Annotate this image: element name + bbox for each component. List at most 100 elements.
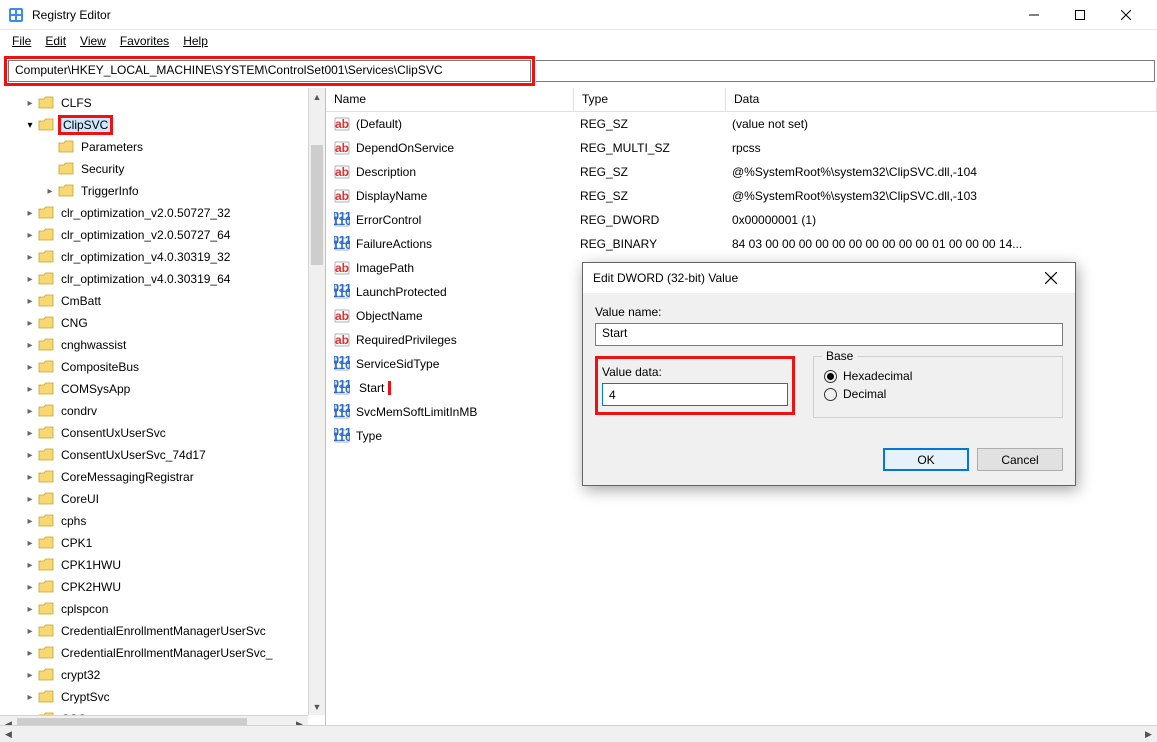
value-data-field[interactable] [602, 383, 788, 406]
value-type: REG_SZ [580, 165, 732, 179]
chevron-right-icon[interactable]: ▸ [24, 340, 36, 351]
tree-item[interactable]: ▸CredentialEnrollmentManagerUserSvc_ [0, 642, 325, 664]
base-group: Base Hexadecimal Decimal [813, 356, 1063, 418]
tree-item[interactable]: ▸ConsentUxUserSvc_74d17 [0, 444, 325, 466]
minimize-button[interactable] [1011, 0, 1057, 30]
svg-text:110: 110 [334, 238, 350, 252]
tree-item[interactable]: ▾ClipSVC [0, 114, 325, 136]
chevron-right-icon[interactable]: ▸ [24, 472, 36, 483]
tree-item[interactable]: ▸clr_optimization_v4.0.30319_64 [0, 268, 325, 290]
value-row[interactable]: 011110ErrorControlREG_DWORD0x00000001 (1… [326, 208, 1157, 232]
address-bar-remainder[interactable] [536, 60, 1155, 82]
column-name[interactable]: Name [326, 88, 574, 111]
close-button[interactable] [1103, 0, 1149, 30]
value-row[interactable]: abDependOnServiceREG_MULTI_SZrpcss [326, 136, 1157, 160]
tree-item[interactable]: ▸CryptSvc [0, 686, 325, 708]
chevron-right-icon[interactable]: ▸ [24, 296, 36, 307]
folder-icon [38, 690, 54, 704]
chevron-right-icon[interactable]: ▸ [24, 406, 36, 417]
tree-item[interactable]: ▸cnghwassist [0, 334, 325, 356]
tree-item[interactable]: ▸COMSysApp [0, 378, 325, 400]
registry-tree[interactable]: ▸CLFS▾ClipSVCParametersSecurity▸TriggerI… [0, 88, 325, 732]
chevron-right-icon[interactable]: ▸ [24, 692, 36, 703]
scroll-up-icon[interactable]: ▲ [309, 88, 325, 105]
chevron-right-icon[interactable]: ▸ [24, 318, 36, 329]
chevron-right-icon[interactable]: ▸ [24, 428, 36, 439]
menu-help[interactable]: Help [177, 32, 214, 50]
folder-icon [38, 624, 54, 638]
tree-item[interactable]: ▸clr_optimization_v4.0.30319_32 [0, 246, 325, 268]
tree-item[interactable]: ▸CPK1HWU [0, 554, 325, 576]
chevron-right-icon[interactable]: ▸ [24, 560, 36, 571]
tree-item[interactable]: ▸condrv [0, 400, 325, 422]
chevron-right-icon[interactable]: ▸ [24, 538, 36, 549]
tree-item[interactable]: ▸clr_optimization_v2.0.50727_32 [0, 202, 325, 224]
tree-item[interactable]: Parameters [0, 136, 325, 158]
tree-item[interactable]: ▸CLFS [0, 92, 325, 114]
tree-item[interactable]: ▸cplspcon [0, 598, 325, 620]
dialog-close-button[interactable] [1037, 264, 1065, 292]
close-icon [1045, 272, 1057, 284]
tree-item[interactable]: ▸CPK2HWU [0, 576, 325, 598]
tree-item[interactable]: ▸CompositeBus [0, 356, 325, 378]
folder-icon [38, 404, 54, 418]
tree-vertical-scrollbar[interactable]: ▲ ▼ [308, 88, 325, 715]
menu-favorites[interactable]: Favorites [114, 32, 175, 50]
chevron-right-icon[interactable]: ▸ [24, 670, 36, 681]
column-data[interactable]: Data [726, 88, 1157, 111]
string-value-icon: ab [334, 332, 350, 348]
chevron-right-icon[interactable]: ▸ [24, 648, 36, 659]
chevron-right-icon[interactable]: ▸ [44, 186, 56, 197]
tree-item[interactable]: ▸CoreMessagingRegistrar [0, 466, 325, 488]
tree-item[interactable]: Security [0, 158, 325, 180]
scroll-right-icon[interactable]: ▶ [1140, 726, 1157, 742]
menu-edit[interactable]: Edit [39, 32, 72, 50]
chevron-right-icon[interactable]: ▸ [24, 274, 36, 285]
scroll-left-icon[interactable]: ◀ [0, 726, 17, 742]
chevron-right-icon[interactable]: ▸ [24, 516, 36, 527]
radio-hexadecimal[interactable]: Hexadecimal [824, 369, 1052, 383]
chevron-right-icon[interactable]: ▸ [24, 626, 36, 637]
chevron-right-icon[interactable]: ▸ [24, 582, 36, 593]
chevron-right-icon[interactable]: ▸ [24, 384, 36, 395]
tree-item[interactable]: ▸CNG [0, 312, 325, 334]
dialog-title-bar[interactable]: Edit DWORD (32-bit) Value [583, 263, 1075, 293]
tree-item[interactable]: ▸cphs [0, 510, 325, 532]
tree-item[interactable]: ▸TriggerInfo [0, 180, 325, 202]
chevron-right-icon[interactable]: ▸ [24, 450, 36, 461]
menu-view[interactable]: View [74, 32, 112, 50]
tree-item-label: crypt32 [58, 667, 103, 683]
tree-item[interactable]: ▸ crypt32 [0, 664, 325, 686]
bottom-horizontal-scrollbar[interactable]: ◀ ▶ [0, 725, 1157, 742]
chevron-right-icon[interactable]: ▸ [24, 252, 36, 263]
cancel-button[interactable]: Cancel [977, 448, 1063, 471]
tree-item[interactable]: ▸clr_optimization_v2.0.50727_64 [0, 224, 325, 246]
chevron-right-icon[interactable]: ▸ [24, 494, 36, 505]
chevron-right-icon[interactable]: ▸ [24, 230, 36, 241]
tree-item[interactable]: ▸CredentialEnrollmentManagerUserSvc [0, 620, 325, 642]
chevron-right-icon[interactable]: ▸ [24, 362, 36, 373]
value-row[interactable]: 011110FailureActionsREG_BINARY84 03 00 0… [326, 232, 1157, 256]
value-row[interactable]: abDisplayNameREG_SZ@%SystemRoot%\system3… [326, 184, 1157, 208]
tree-item[interactable]: ▸ConsentUxUserSvc [0, 422, 325, 444]
chevron-right-icon[interactable]: ▸ [24, 604, 36, 615]
radio-decimal[interactable]: Decimal [824, 387, 1052, 401]
chevron-right-icon[interactable]: ▸ [24, 98, 36, 109]
chevron-down-icon[interactable]: ▾ [24, 120, 36, 131]
value-row[interactable]: abDescriptionREG_SZ@%SystemRoot%\system3… [326, 160, 1157, 184]
tree-item[interactable]: ▸CmBatt [0, 290, 325, 312]
menu-file[interactable]: File [6, 32, 37, 50]
radio-icon [824, 370, 837, 383]
tree-item[interactable]: ▸CoreUI [0, 488, 325, 510]
value-type: REG_BINARY [580, 237, 732, 251]
column-type[interactable]: Type [574, 88, 726, 111]
maximize-button[interactable] [1057, 0, 1103, 30]
scroll-thumb[interactable] [311, 145, 323, 265]
tree-item[interactable]: ▸CPK1 [0, 532, 325, 554]
value-name-field[interactable]: Start [595, 323, 1063, 346]
chevron-right-icon[interactable]: ▸ [24, 208, 36, 219]
value-row[interactable]: ab(Default)REG_SZ(value not set) [326, 112, 1157, 136]
ok-button[interactable]: OK [883, 448, 969, 471]
scroll-down-icon[interactable]: ▼ [309, 698, 325, 715]
address-bar[interactable]: Computer\HKEY_LOCAL_MACHINE\SYSTEM\Contr… [8, 60, 531, 82]
